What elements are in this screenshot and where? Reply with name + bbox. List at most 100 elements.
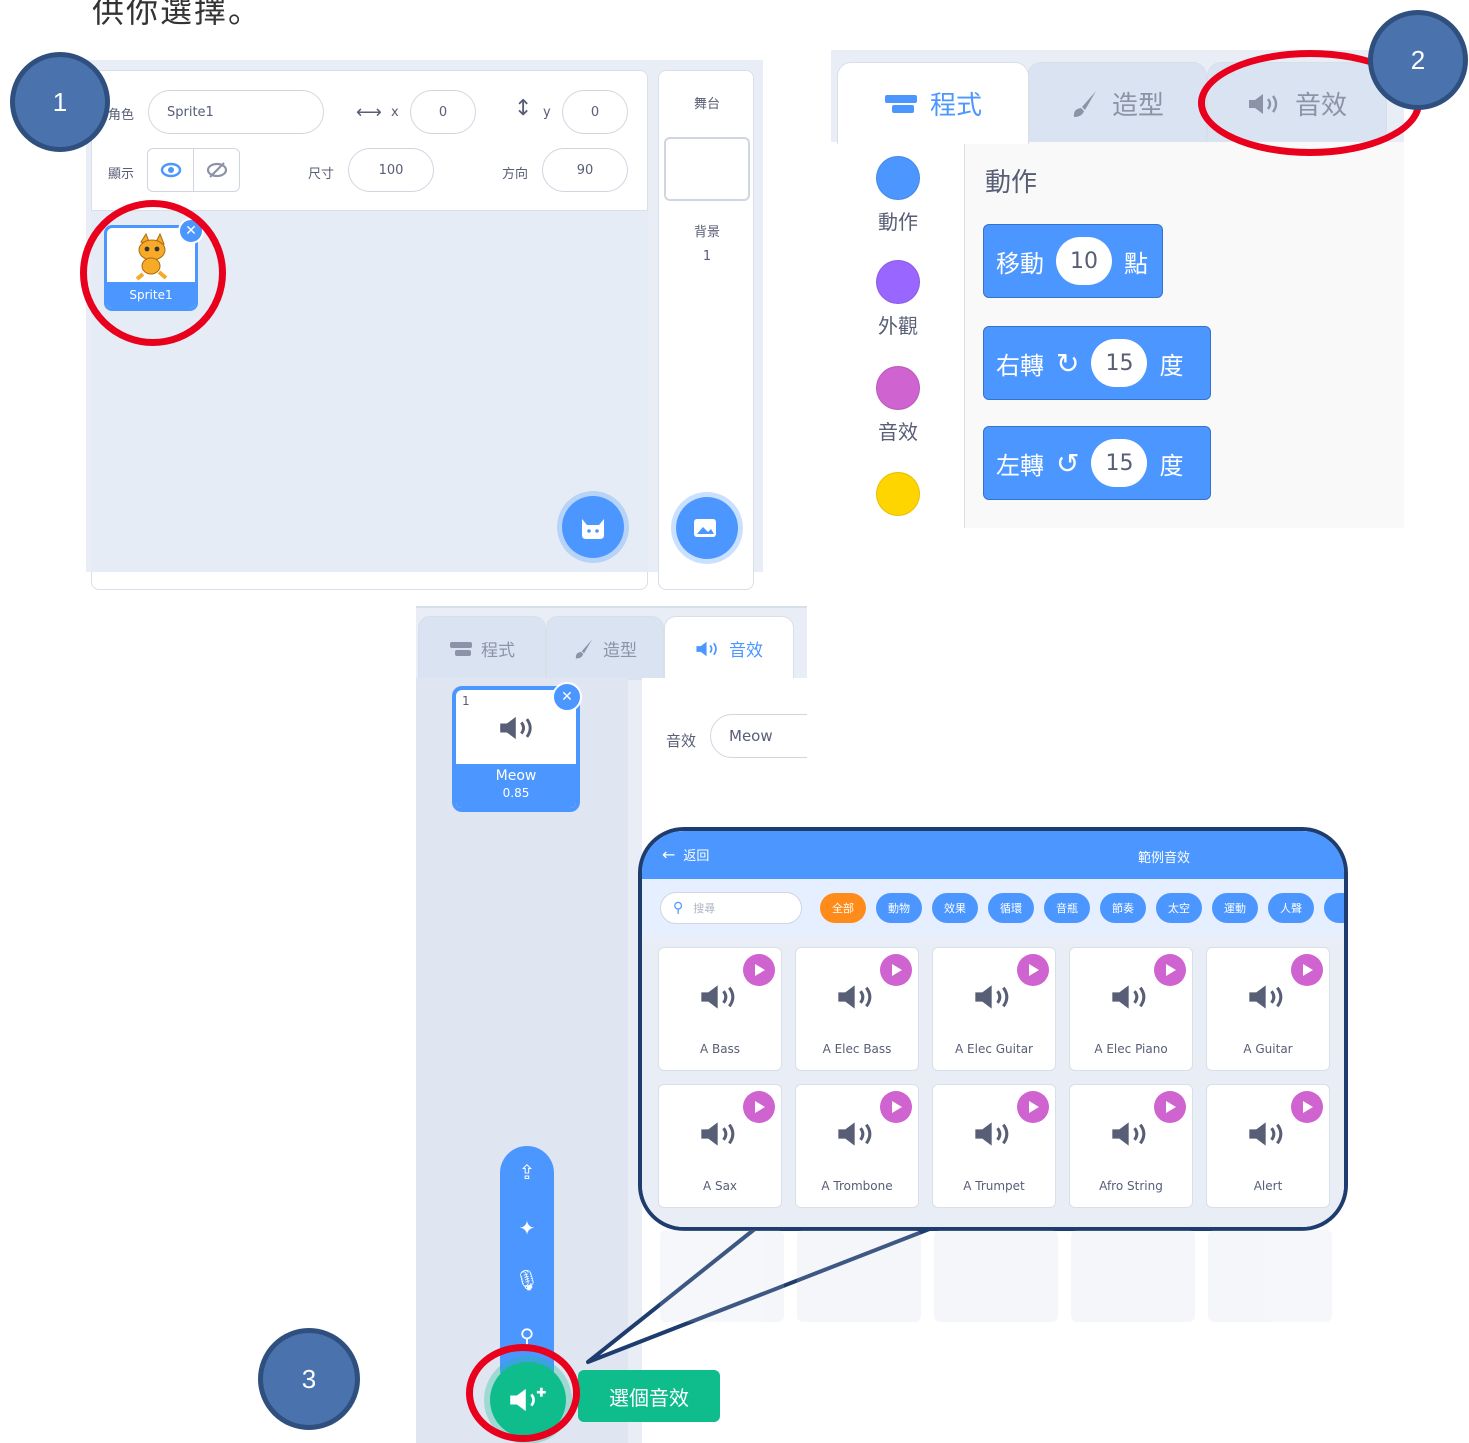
sound-name-input[interactable]: Meow bbox=[710, 714, 807, 758]
category-sound-label: 音效 bbox=[878, 420, 918, 444]
library-faded-row bbox=[660, 1230, 1334, 1322]
rotate-right-icon: ↻ bbox=[1056, 346, 1080, 380]
block-turn-left-value[interactable]: 15 bbox=[1091, 439, 1148, 487]
category-looks[interactable]: 外觀 bbox=[831, 260, 965, 339]
sound-tile[interactable]: A Elec Piano bbox=[1069, 947, 1193, 1071]
stage-label: 舞台 bbox=[693, 97, 720, 112]
library-search-input[interactable]: ⚲ 搜尋 bbox=[660, 892, 802, 924]
speaker-icon bbox=[1110, 982, 1152, 1016]
sound-tile[interactable]: A Bass bbox=[658, 947, 782, 1071]
speaker-icon bbox=[1110, 1119, 1152, 1153]
tab3-costumes[interactable]: 造型 bbox=[546, 616, 664, 680]
choose-backdrop-button[interactable] bbox=[676, 497, 738, 559]
filter-chip-percussion[interactable]: 節奏 bbox=[1100, 893, 1146, 923]
filter-chip-all[interactable]: 全部 bbox=[820, 893, 866, 923]
tab3-sounds-label: 音效 bbox=[729, 641, 763, 661]
sound-tile[interactable]: Alert bbox=[1206, 1084, 1330, 1208]
play-icon[interactable] bbox=[1017, 1091, 1049, 1123]
play-icon[interactable] bbox=[1291, 1091, 1323, 1123]
filter-chip-voice[interactable]: 人聲 bbox=[1268, 893, 1314, 923]
sound-tile-name: A Guitar bbox=[1243, 1042, 1293, 1056]
speaker-icon bbox=[699, 1119, 741, 1153]
category-sound[interactable]: 音效 bbox=[831, 366, 965, 445]
record-microphone-icon[interactable]: 🎙 bbox=[500, 1268, 554, 1292]
play-icon[interactable] bbox=[1017, 954, 1049, 986]
category-events[interactable] bbox=[831, 472, 965, 522]
tab3-code[interactable]: 程式 bbox=[418, 616, 546, 680]
blocks-area: 動作 移動 10 點 右轉 ↻ 15 度 左轉 ↺ 15 度 bbox=[965, 142, 1404, 528]
sound-tile-name: Afro String bbox=[1099, 1179, 1163, 1193]
tab-costumes[interactable]: 造型 bbox=[1027, 62, 1207, 144]
play-icon[interactable] bbox=[1154, 954, 1186, 986]
eye-icon bbox=[160, 162, 181, 178]
library-search-placeholder: 搜尋 bbox=[693, 902, 716, 915]
sound-tile[interactable]: A Trumpet bbox=[932, 1084, 1056, 1208]
choose-sound-tooltip: 選個音效 bbox=[578, 1370, 720, 1422]
sprite-name-input[interactable]: Sprite1 bbox=[148, 90, 324, 134]
y-input[interactable]: 0 bbox=[562, 90, 628, 134]
stage-thumbnail[interactable] bbox=[664, 137, 750, 201]
play-icon[interactable] bbox=[743, 1091, 775, 1123]
motion-dot bbox=[876, 156, 920, 200]
play-icon[interactable] bbox=[1291, 954, 1323, 986]
category-motion[interactable]: 動作 bbox=[831, 156, 965, 235]
stage-column: 舞台 背景 1 bbox=[658, 70, 754, 590]
size-label: 尺寸 bbox=[308, 167, 335, 182]
surprise-icon[interactable]: ✦ bbox=[500, 1216, 554, 1240]
x-arrow-icon: ⟷ bbox=[356, 102, 382, 123]
play-icon[interactable] bbox=[1154, 1091, 1186, 1123]
block-move-steps[interactable]: 移動 10 點 bbox=[983, 224, 1163, 298]
faded-sound-tile bbox=[1208, 1230, 1332, 1322]
filter-chip-more[interactable] bbox=[1324, 893, 1344, 923]
sound-tile[interactable]: A Trombone bbox=[795, 1084, 919, 1208]
size-input[interactable]: 100 bbox=[348, 148, 434, 192]
show-hidden-button[interactable] bbox=[193, 148, 240, 192]
block-move-value[interactable]: 10 bbox=[1056, 237, 1112, 285]
play-icon[interactable] bbox=[743, 954, 775, 986]
choose-sprite-button[interactable] bbox=[562, 496, 624, 558]
block-turn-left[interactable]: 左轉 ↺ 15 度 bbox=[983, 426, 1211, 500]
sound-tile[interactable]: A Elec Guitar bbox=[932, 947, 1056, 1071]
upload-sound-icon[interactable]: ⇪ bbox=[500, 1160, 554, 1184]
tab-code-label: 程式 bbox=[929, 91, 982, 121]
block-turn-right-value[interactable]: 15 bbox=[1091, 339, 1148, 387]
filter-chip-sports[interactable]: 運動 bbox=[1212, 893, 1258, 923]
show-visible-button[interactable] bbox=[147, 148, 194, 192]
play-icon[interactable] bbox=[880, 1091, 912, 1123]
intro-text: 供你選擇。 bbox=[92, 0, 263, 30]
speaker-icon bbox=[1247, 982, 1289, 1016]
filter-chip-effects[interactable]: 效果 bbox=[932, 893, 978, 923]
sound-tile[interactable]: A Guitar bbox=[1206, 947, 1330, 1071]
eye-hidden-icon bbox=[206, 162, 227, 178]
library-title: 範例音效 bbox=[1138, 851, 1191, 866]
direction-label: 方向 bbox=[502, 167, 529, 182]
sound-tile[interactable]: A Sax bbox=[658, 1084, 782, 1208]
sound-item-name: Meow bbox=[495, 768, 537, 784]
cat-add-icon bbox=[582, 519, 604, 539]
backdrop-count: 1 bbox=[702, 249, 712, 264]
faded-sound-tile bbox=[797, 1230, 921, 1322]
filter-chip-loops[interactable]: 循環 bbox=[988, 893, 1034, 923]
delete-sound-button[interactable]: ✕ bbox=[552, 682, 582, 712]
sound-tile-name: A Elec Guitar bbox=[955, 1042, 1033, 1056]
sound-item-index: 1 bbox=[462, 694, 470, 708]
library-header: ← 返回 範例音效 bbox=[642, 831, 1344, 879]
tab3-sounds[interactable]: 音效 bbox=[664, 616, 794, 680]
sound-tile[interactable]: Afro String bbox=[1069, 1084, 1193, 1208]
filter-chip-space[interactable]: 太空 bbox=[1156, 893, 1202, 923]
library-back-button[interactable]: ← 返回 bbox=[662, 845, 709, 864]
sprite-label: 角色 bbox=[108, 108, 135, 123]
tab-code[interactable]: 程式 bbox=[837, 62, 1029, 144]
block-turn-left-pre: 左轉 bbox=[996, 451, 1044, 480]
play-icon[interactable] bbox=[880, 954, 912, 986]
y-arrow-icon: ↕ bbox=[514, 96, 533, 121]
brush-icon bbox=[575, 638, 593, 659]
block-turn-right[interactable]: 右轉 ↻ 15 度 bbox=[983, 326, 1211, 400]
sound-tile[interactable]: A Elec Bass bbox=[795, 947, 919, 1071]
filter-chip-animals[interactable]: 動物 bbox=[876, 893, 922, 923]
filter-chip-notes[interactable]: 音瓶 bbox=[1044, 893, 1090, 923]
highlight-ring-sprite bbox=[80, 200, 226, 346]
x-input[interactable]: 0 bbox=[410, 90, 476, 134]
search-icon: ⚲ bbox=[673, 900, 684, 916]
direction-input[interactable]: 90 bbox=[542, 148, 628, 192]
